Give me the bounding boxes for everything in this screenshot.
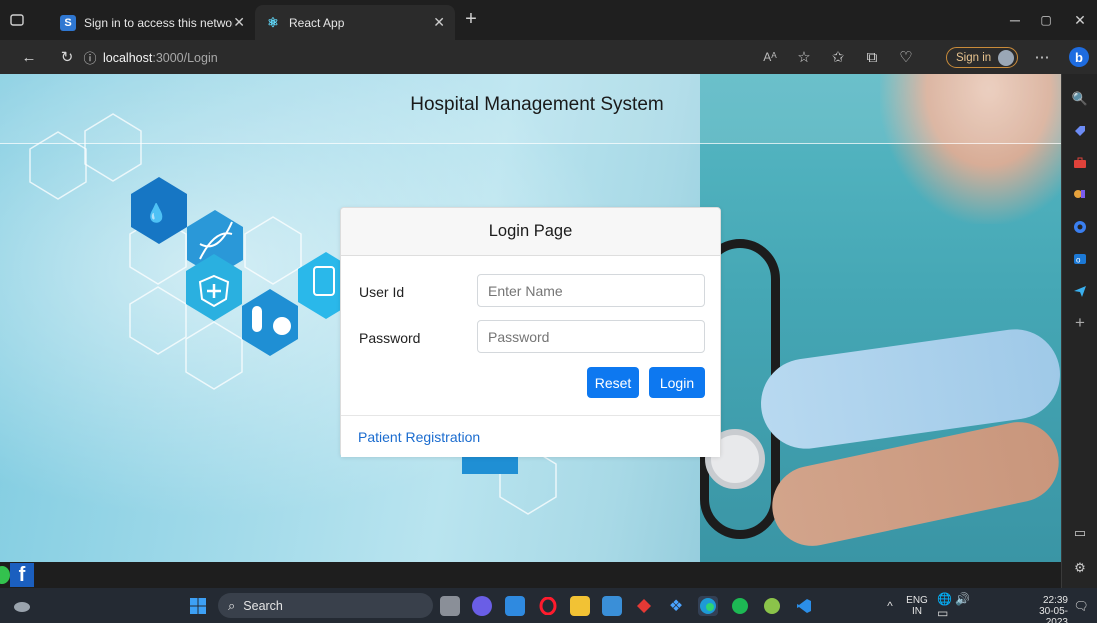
login-card-footer: Patient Registration (341, 415, 720, 457)
weather-icon[interactable] (12, 596, 32, 616)
games-icon[interactable] (1071, 186, 1089, 204)
collections-icon[interactable]: ⧉ (860, 40, 884, 74)
profile-sign-in-button[interactable]: Sign in (946, 47, 1018, 68)
svg-text:💧: 💧 (145, 202, 167, 224)
mail-icon[interactable] (602, 596, 622, 616)
whatsapp-icon[interactable] (0, 566, 10, 584)
clock-date: 30-05-2023 (1039, 606, 1068, 623)
clock[interactable]: 22:39 30-05-2023 (1018, 595, 1068, 623)
react-favicon-icon: ⚛ (267, 14, 279, 30)
search-icon[interactable]: 🔍 (1071, 90, 1089, 108)
url-host: localhost (103, 51, 153, 65)
refresh-icon[interactable]: ↻ (56, 40, 78, 74)
tab-label: Sign in to access this network (84, 15, 234, 30)
url-path: :3000/Login (152, 51, 218, 65)
taskbar-search-box[interactable]: ⌕ Search (218, 593, 433, 618)
windows-taskbar: ⌕ Search ❖ ^ ENG IN 🌐 🔊 ▭ 22:39 30-05-20… (0, 588, 1097, 623)
network-signin-favicon-icon: S (60, 14, 76, 31)
hide-sidebar-icon[interactable]: ▭ (1071, 524, 1089, 542)
water-drops-hexagon: 💧 (131, 177, 187, 244)
page-title: Hospital Management System (410, 94, 664, 115)
outlook-icon[interactable]: o (1071, 250, 1089, 268)
settings-gear-icon[interactable]: ⚙ (1071, 559, 1089, 577)
restore-window-icon[interactable]: ▢ (1036, 10, 1056, 30)
network-volume-battery-icon[interactable]: 🌐 🔊 ▭ (937, 592, 977, 620)
read-aloud-icon[interactable]: Aᴬ (758, 40, 782, 74)
search-icon: ⌕ (228, 597, 236, 613)
spotify-icon[interactable] (730, 596, 750, 616)
vscode-icon[interactable] (794, 596, 814, 616)
tab-actions-icon[interactable] (8, 12, 26, 28)
login-card-header: Login Page (341, 208, 720, 256)
sign-in-label: Sign in (956, 51, 992, 64)
bottom-app-strip: f (0, 562, 1061, 588)
pills-hexagon (242, 289, 298, 356)
search-label: Search (243, 598, 283, 613)
tools-briefcase-icon[interactable] (1071, 154, 1089, 172)
browser-essentials-icon[interactable]: ♡ (894, 40, 918, 74)
desktop-app-icon[interactable] (505, 596, 525, 616)
favorites-icon[interactable]: ✩ (826, 40, 850, 74)
tab-close-icon[interactable]: ✕ (433, 14, 445, 31)
minimize-window-icon[interactable]: ─ (1005, 10, 1025, 30)
bing-copilot-icon[interactable]: b (1067, 40, 1091, 74)
more-options-icon[interactable]: ⋯ (1030, 40, 1054, 74)
browser-tab-bar: S Sign in to access this network ✕ ⚛ Rea… (0, 0, 1097, 40)
tab-label: React App (289, 15, 345, 30)
windows-start-icon[interactable] (188, 596, 208, 616)
tab-sign-in-network[interactable]: S Sign in to access this network ✕ (50, 5, 255, 40)
browser-sidebar: 🔍 o + ▭ ⚙ (1061, 74, 1097, 588)
svg-text:o: o (1076, 256, 1081, 265)
send-icon[interactable] (1071, 282, 1089, 300)
notifications-icon[interactable]: 🗨 (1071, 596, 1091, 616)
page-header: Hospital Management System (0, 74, 1061, 144)
address-url[interactable]: localhost:3000/Login (103, 48, 218, 68)
diamond-app-icon[interactable] (634, 596, 654, 616)
new-tab-icon[interactable]: + (460, 8, 482, 30)
svg-text:b: b (1075, 50, 1083, 65)
shopping-tag-icon[interactable] (1071, 122, 1089, 140)
show-hidden-icons-icon[interactable]: ^ (880, 596, 900, 616)
user-id-input[interactable] (477, 274, 705, 307)
profile-avatar-icon (998, 50, 1014, 66)
browser-address-bar: ← ↻ ⓘ localhost:3000/Login Aᴬ ☆ ✩ ⧉ ♡ Si… (0, 40, 1097, 74)
site-info-icon[interactable]: ⓘ (80, 40, 100, 74)
user-id-label: User Id (359, 284, 405, 300)
password-label: Password (359, 330, 421, 346)
reset-button[interactable]: Reset (587, 367, 639, 398)
language-code: ENG (906, 595, 928, 606)
add-favorite-icon[interactable]: ☆ (792, 40, 816, 74)
add-sidebar-app-icon[interactable]: + (1071, 313, 1089, 332)
clock-time: 22:39 (1042, 595, 1068, 606)
tab-react-app[interactable]: ⚛ React App ✕ (255, 5, 455, 40)
page-viewport: 💧 Hospital Management System Login Page … (0, 74, 1061, 562)
password-input[interactable] (477, 320, 705, 353)
close-window-icon[interactable]: ✕ (1070, 10, 1090, 30)
file-explorer-icon[interactable] (570, 596, 590, 616)
login-card: Login Page User Id Password Reset Login … (340, 207, 721, 457)
login-button[interactable]: Login (649, 367, 705, 398)
login-heading: Login Page (488, 222, 573, 240)
green-leaf-app-icon[interactable] (762, 596, 782, 616)
microsoft365-icon[interactable] (1071, 218, 1089, 236)
edge-browser-icon[interactable] (698, 596, 718, 616)
teams-chat-icon[interactable] (472, 596, 492, 616)
opera-icon[interactable] (538, 596, 558, 616)
dropbox-icon[interactable]: ❖ (666, 596, 686, 616)
region-code: IN (912, 606, 922, 617)
facebook-icon[interactable]: f (10, 563, 34, 587)
input-language[interactable]: ENG IN (905, 595, 929, 617)
task-view-icon[interactable] (440, 596, 460, 616)
patient-registration-link[interactable]: Patient Registration (358, 429, 480, 445)
tab-close-icon[interactable]: ✕ (233, 14, 245, 31)
back-arrow-icon[interactable]: ← (18, 40, 40, 74)
